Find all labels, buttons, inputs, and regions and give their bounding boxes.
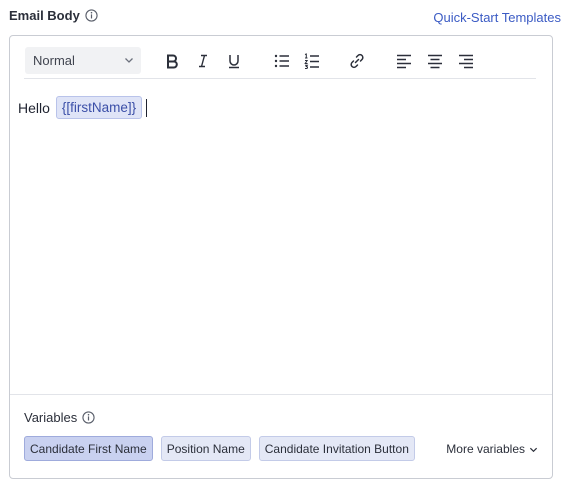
underline-button[interactable] (224, 51, 244, 71)
bold-button[interactable] (162, 51, 182, 71)
field-header: Email Body Quick-Start Templates (9, 8, 561, 28)
variables-panel: Variables Candidate First Name Position … (10, 394, 552, 478)
text-format-select[interactable]: Normal (25, 47, 141, 74)
info-icon[interactable] (85, 9, 98, 22)
link-icon (350, 53, 364, 69)
variables-label: Variables (24, 410, 78, 425)
italic-button[interactable] (193, 51, 213, 71)
email-body-label: Email Body (9, 8, 80, 23)
greeting-text: Hello (18, 99, 50, 116)
quick-start-templates-link[interactable]: Quick-Start Templates (433, 10, 561, 25)
variable-chip-candidate-first-name[interactable]: Candidate First Name (24, 436, 153, 461)
bold-icon (167, 54, 178, 69)
first-name-token[interactable]: {[firstName]} (55, 96, 143, 119)
link-button[interactable] (347, 51, 367, 71)
align-left-button[interactable] (394, 51, 414, 71)
editor-content[interactable]: Hello {[firstName]} (18, 96, 544, 119)
variable-chip-position-name[interactable]: Position Name (160, 436, 251, 461)
align-center-icon (428, 54, 442, 69)
align-right-icon (459, 54, 473, 69)
more-variables-label: More variables (446, 442, 525, 456)
chevron-down-icon (125, 58, 133, 63)
field-label-group: Email Body (9, 8, 98, 23)
italic-icon (199, 54, 207, 68)
underline-icon (229, 55, 239, 69)
variables-label-group: Variables (24, 410, 95, 425)
align-right-button[interactable] (456, 51, 476, 71)
bullet-list-icon (274, 54, 289, 68)
info-icon[interactable] (82, 411, 95, 424)
variable-chip-candidate-invitation-button[interactable]: Candidate Invitation Button (258, 436, 415, 461)
more-variables-dropdown[interactable]: More variables (446, 442, 538, 456)
rich-text-editor: Normal Hello {[firstName]} Variables Can… (9, 35, 553, 479)
align-center-button[interactable] (425, 51, 445, 71)
text-cursor (146, 98, 148, 117)
chevron-down-icon (529, 447, 538, 452)
align-left-icon (397, 54, 411, 69)
numbered-list-icon (304, 53, 319, 69)
numbered-list-button[interactable] (302, 51, 322, 71)
variable-chips: Candidate First Name Position Name Candi… (24, 436, 415, 461)
bullet-list-button[interactable] (272, 51, 292, 71)
text-format-value: Normal (33, 53, 75, 68)
editor-toolbar: Normal (24, 47, 536, 79)
